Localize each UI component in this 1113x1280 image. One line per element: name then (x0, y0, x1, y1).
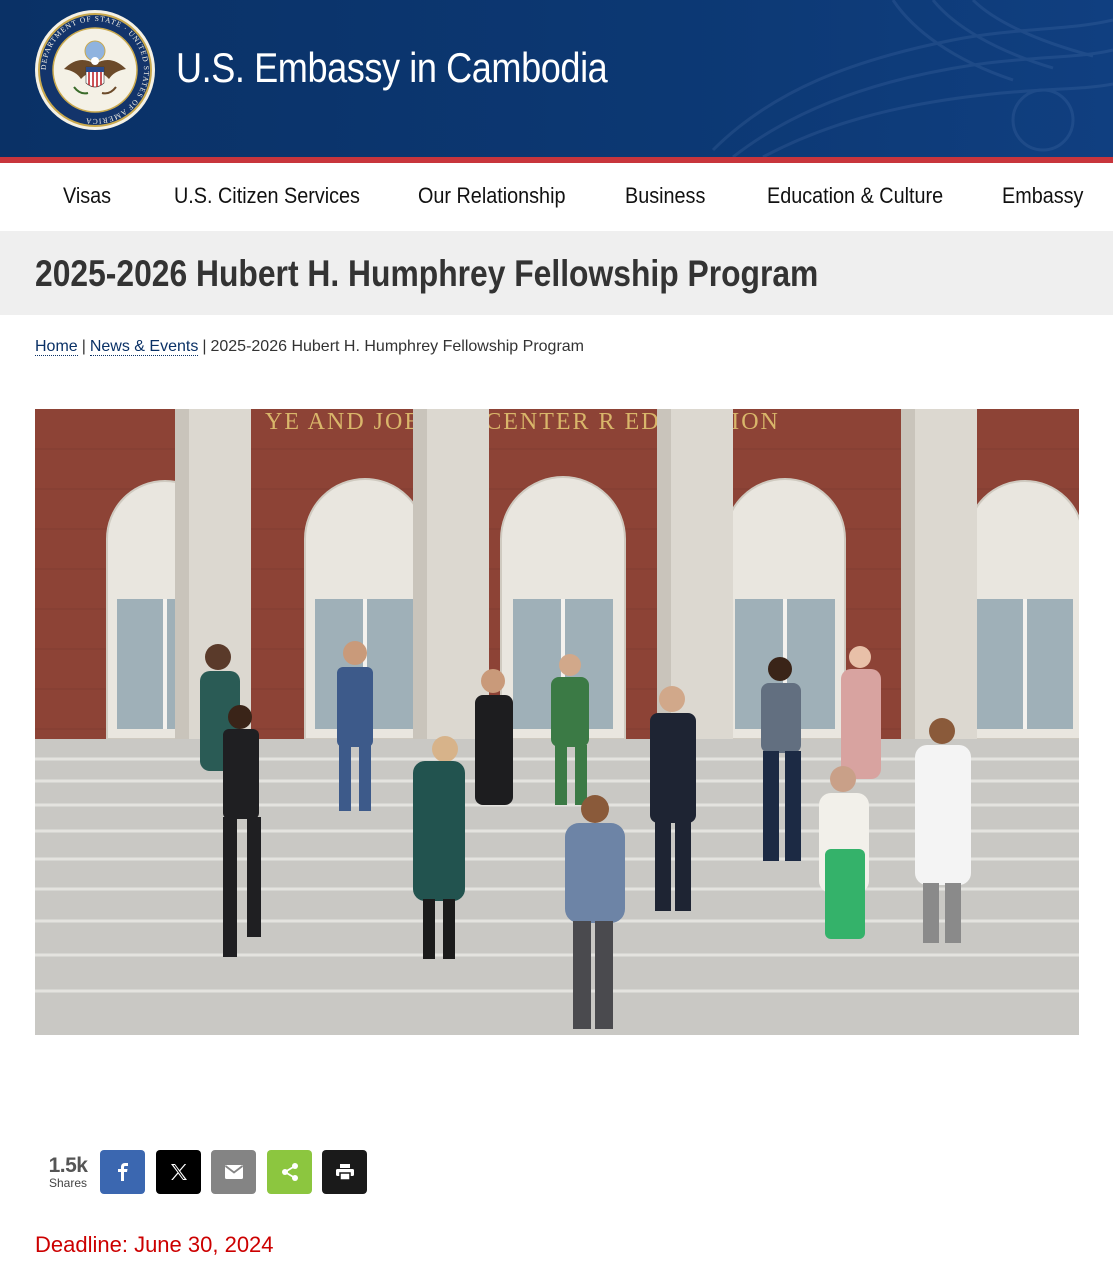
site-header: DEPARTMENT OF STATE · UNITED STATES OF A… (0, 0, 1113, 157)
hero-image-fellows-group-photo: YE AND JOE ATT CENTER R EDUCATION (35, 409, 1079, 1035)
nav-item-education-culture[interactable]: Education & Culture (767, 183, 943, 209)
deadline-text: Deadline: June 30, 2024 (35, 1232, 274, 1257)
generic-share-button[interactable] (267, 1150, 312, 1194)
breadcrumb-news-events-link[interactable]: News & Events (89, 338, 199, 356)
page-title-band: 2025-2026 Hubert H. Humphrey Fellowship … (0, 231, 1113, 315)
department-of-state-seal-icon[interactable]: DEPARTMENT OF STATE · UNITED STATES OF A… (34, 9, 156, 131)
share-count-label: Shares (48, 1176, 88, 1190)
share-icon (281, 1163, 298, 1181)
page-title: 2025-2026 Hubert H. Humphrey Fellowship … (35, 253, 819, 294)
fellows-photo-illustration: YE AND JOE ATT CENTER R EDUCATION (35, 409, 1079, 1035)
nav-item-business[interactable]: Business (625, 183, 705, 209)
nav-item-us-citizen-services[interactable]: U.S. Citizen Services (174, 183, 360, 209)
breadcrumb-separator: | (81, 338, 86, 355)
breadcrumb: Home | News & Events | 2025-2026 Hubert H. H… (35, 338, 584, 356)
facebook-icon (117, 1163, 128, 1181)
nav-item-our-relationship[interactable]: Our Relationship (418, 183, 565, 209)
print-button[interactable] (322, 1150, 367, 1194)
eagle-watermark-icon (711, 0, 1113, 157)
site-title[interactable]: U.S. Embassy in Cambodia (176, 44, 608, 92)
breadcrumb-separator: | (202, 338, 207, 355)
x-icon (170, 1164, 187, 1180)
x-share-button[interactable] (156, 1150, 201, 1194)
nav-item-embassy[interactable]: Embassy (1002, 183, 1083, 209)
email-icon (224, 1165, 243, 1179)
breadcrumb-home-link[interactable]: Home (35, 338, 78, 356)
share-count-number: 1.5k (48, 1154, 88, 1177)
share-count: 1.5k Shares (43, 1154, 93, 1190)
email-share-button[interactable] (211, 1150, 256, 1194)
main-navigation: Visas U.S. Citizen Services Our Relation… (0, 163, 1113, 231)
nav-item-visas[interactable]: Visas (63, 183, 111, 209)
facebook-share-button[interactable] (100, 1150, 145, 1194)
print-icon (335, 1164, 354, 1181)
breadcrumb-current-page: 2025-2026 Hubert H. Humphrey Fellowship … (210, 338, 584, 355)
